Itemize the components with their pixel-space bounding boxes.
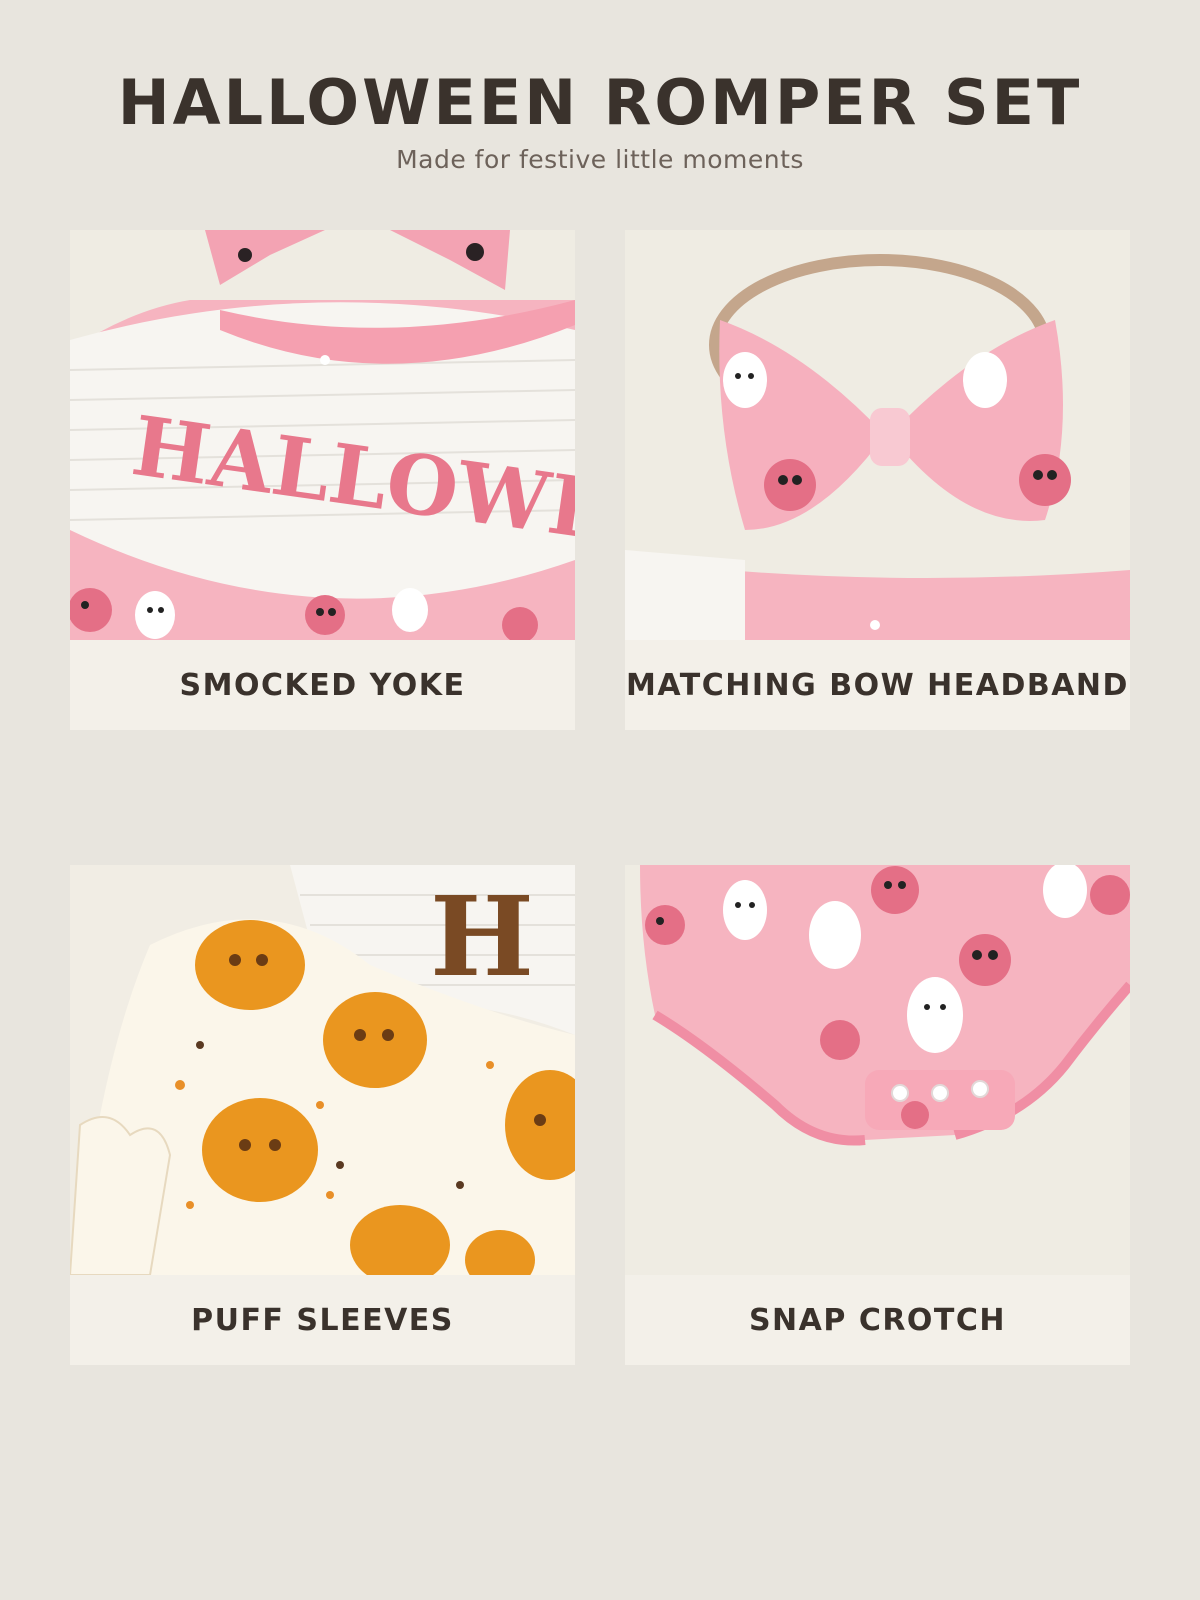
sleeve-embroidery: H [430,872,534,1001]
bow-headband-photo [625,230,1130,640]
page-subtitle: Made for festive little moments [396,145,804,174]
feature-card-puff-sleeves: H PUFF SLEEVES [70,865,575,1365]
puff-sleeves-photo: H [70,865,575,1275]
page-title: HALLOWEEN ROMPER SET [117,66,1083,139]
feature-label-smocked-yoke: SMOCKED YOKE [179,667,466,703]
feature-label-bow-headband: MATCHING BOW HEADBAND [626,667,1129,703]
feature-label-snap-crotch: SNAP CROTCH [748,1302,1007,1338]
feature-card-smocked-yoke: HALLOWEEN SMOCKED YOKE [70,230,575,730]
feature-card-snap-crotch: SNAP CROTCH [625,865,1130,1365]
feature-card-bow-headband: MATCHING BOW HEADBAND [625,230,1130,730]
snap-crotch-photo [625,865,1130,1275]
smocked-yoke-photo: HALLOWEEN [70,230,575,640]
feature-label-puff-sleeves: PUFF SLEEVES [191,1302,454,1338]
